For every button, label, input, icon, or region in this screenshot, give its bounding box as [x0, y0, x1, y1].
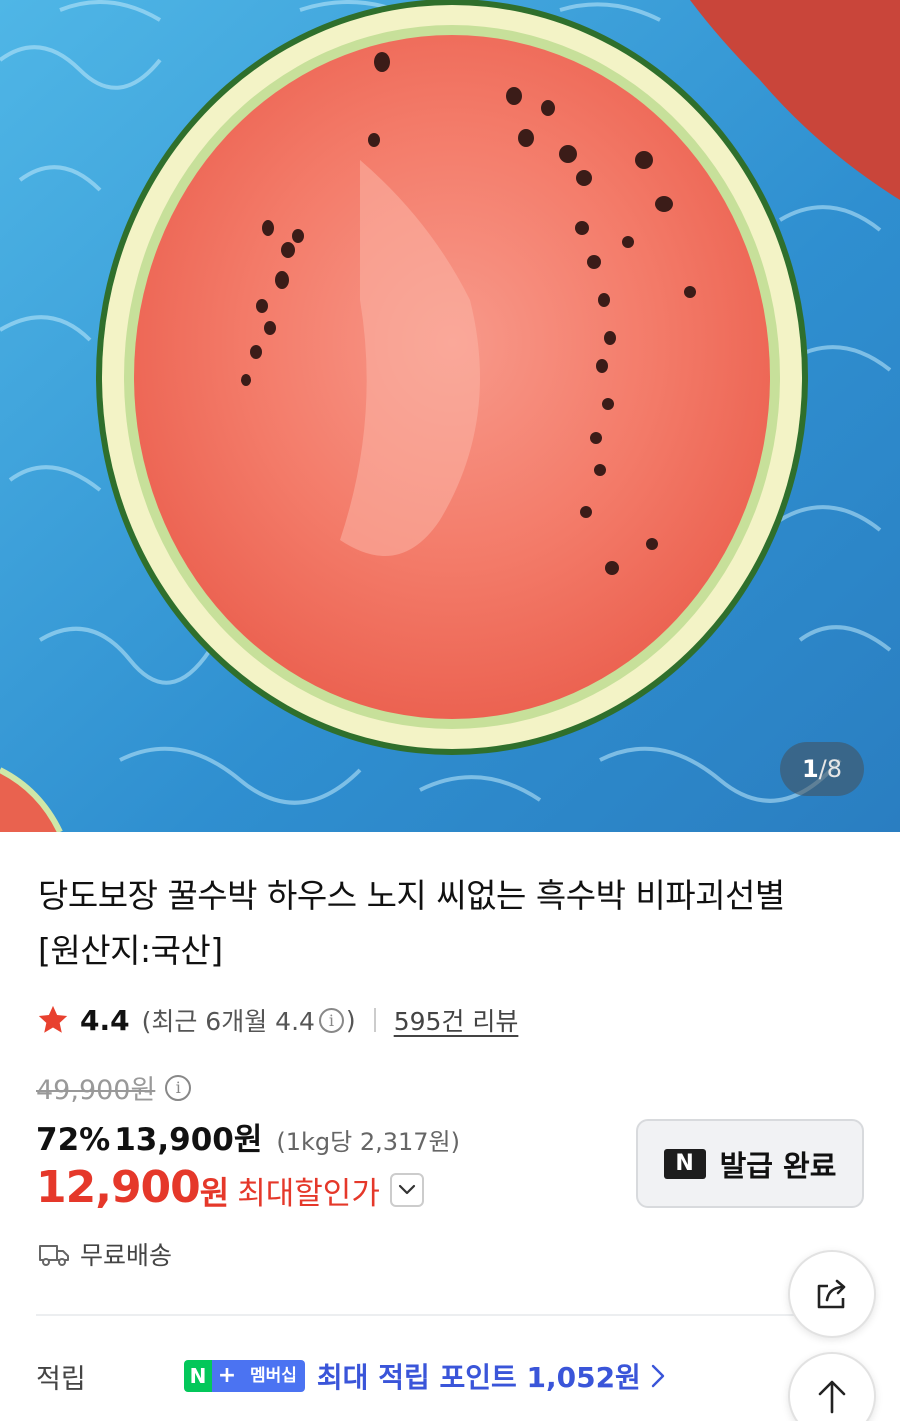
arrow-up-icon: [818, 1380, 846, 1414]
badge-n: N: [184, 1360, 212, 1392]
unit-price: (1kg당 2,317원): [276, 1128, 460, 1156]
sale-price: 13,900원: [114, 1122, 263, 1158]
naver-n-logo: N: [663, 1148, 706, 1179]
membership-badge: N + 멤버십: [184, 1360, 305, 1392]
image-counter: 1/8: [780, 742, 864, 796]
sale-price-row: 72% 13,900원 (1kg당 2,317원): [36, 1114, 460, 1159]
price-info-icon[interactable]: i: [165, 1074, 192, 1101]
points-label: 적립: [36, 1363, 86, 1395]
rating-recent-suffix: ): [345, 1005, 356, 1035]
original-price: 49,900원: [36, 1075, 156, 1106]
watermelon-photo: [0, 0, 900, 832]
divider: [373, 1008, 376, 1032]
share-icon: [817, 1279, 846, 1309]
image-counter-separator: /: [818, 755, 827, 783]
coupon-issued-button[interactable]: N 발급 완료: [636, 1119, 864, 1208]
shipping-row: 무료배송: [38, 1236, 172, 1272]
max-discount-price: 12,900: [36, 1161, 201, 1213]
chevron-down-icon: [398, 1184, 415, 1195]
original-price-row: 49,900원 i: [36, 1068, 193, 1107]
max-discount-row: 12,900 원 최대할인가: [36, 1160, 424, 1214]
points-row[interactable]: 적립 N + 멤버십 최대 적립 포인트 1,052원: [36, 1356, 665, 1396]
rating-score: 4.4: [80, 1003, 130, 1037]
rating-row: 4.4 (최근 6개월 4.4 i ) 595건 리뷰: [36, 998, 518, 1042]
rating-recent-prefix: (최근 6개월 4.4: [141, 1007, 315, 1036]
chevron-right-icon: [651, 1364, 665, 1388]
review-count-link[interactable]: 595건 리뷰: [394, 1002, 519, 1038]
product-image[interactable]: 1/8: [0, 0, 900, 832]
max-points-text: 최대 적립 포인트 1,052원: [316, 1361, 641, 1394]
max-discount-label: 최대할인가: [237, 1175, 380, 1212]
image-counter-current: 1: [801, 755, 819, 783]
coupon-label: 발급 완료: [719, 1148, 837, 1183]
max-discount-currency: 원: [199, 1174, 230, 1212]
truck-icon: [39, 1245, 69, 1266]
info-icon[interactable]: i: [318, 1007, 344, 1033]
product-title: 당도보장 꿀수박 하우스 노지 씨없는 흑수박 비파괴선별 [원산지:국산]: [38, 868, 838, 978]
discount-rate: 72%: [36, 1122, 111, 1158]
product-title-line1: 당도보장 꿀수박 하우스 노지 씨없는 흑수박 비파괴선별: [38, 876, 785, 915]
share-button[interactable]: [788, 1250, 876, 1338]
badge-plus: +: [212, 1360, 242, 1392]
shipping-label: 무료배송: [80, 1241, 173, 1270]
star-icon: [38, 1005, 68, 1033]
badge-text: 멤버십: [242, 1360, 305, 1392]
scroll-to-top-button[interactable]: [788, 1352, 876, 1421]
section-divider: [36, 1314, 796, 1316]
image-counter-total: 8: [826, 755, 843, 783]
product-title-line2: [원산지:국산]: [38, 931, 223, 970]
max-discount-dropdown-button[interactable]: [389, 1173, 424, 1207]
